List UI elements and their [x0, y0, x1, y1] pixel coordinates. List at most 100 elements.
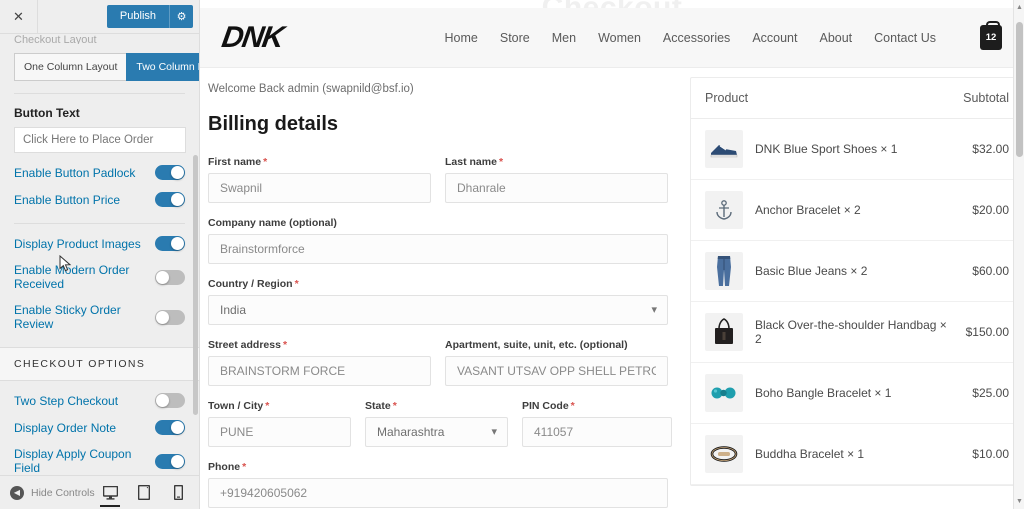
field-company-name: Company name (optional)	[208, 217, 668, 264]
street-address-input[interactable]	[208, 356, 431, 386]
toggle-display-product-images[interactable]	[155, 236, 185, 251]
country-region-value: India	[220, 303, 247, 317]
button-text-input[interactable]	[14, 127, 186, 153]
state-select[interactable]: Maharashtra ▾	[365, 417, 508, 447]
product-name: Buddha Bracelet × 1	[755, 447, 865, 461]
nav-item-about[interactable]: About	[819, 31, 852, 45]
nav-item-account[interactable]: Account	[752, 31, 797, 45]
tablet-icon[interactable]	[133, 481, 155, 505]
nav-item-contact-us[interactable]: Contact Us	[874, 31, 936, 45]
scroll-down-arrow-icon[interactable]: ▼	[1016, 498, 1023, 505]
nav-item-women[interactable]: Women	[598, 31, 641, 45]
product-name: DNK Blue Sport Shoes × 1	[755, 142, 898, 156]
nav-item-home[interactable]: Home	[445, 31, 478, 45]
country-region-select[interactable]: India ▾	[208, 295, 668, 325]
field-country-region: Country / Region * India ▾	[208, 278, 668, 325]
options-group-1: Enable Button Padlock Enable Button Pric…	[0, 153, 199, 213]
option-enable-sticky-order-review[interactable]: Enable Sticky Order Review	[0, 297, 199, 337]
hide-controls-label: Hide Controls	[31, 486, 95, 499]
company-name-input[interactable]	[208, 234, 668, 264]
field-pin-code: PIN Code *	[522, 400, 672, 447]
option-enable-button-padlock[interactable]: Enable Button Padlock	[0, 159, 199, 186]
option-enable-button-price[interactable]: Enable Button Price	[0, 186, 199, 213]
page-scrollbar[interactable]: ▲ ▼	[1013, 0, 1024, 509]
order-item-row: DNK Blue Sport Shoes × 1 $32.00	[691, 119, 1023, 180]
jeans-thumb-icon	[705, 252, 743, 290]
first-name-input[interactable]	[208, 173, 431, 203]
mobile-icon[interactable]	[167, 481, 189, 505]
shoe-thumb-icon	[705, 130, 743, 168]
order-item-row: Buddha Bracelet × 1 $10.00	[691, 424, 1023, 485]
toggle-two-step-checkout[interactable]	[155, 393, 185, 408]
desktop-icon[interactable]	[99, 481, 121, 507]
layout-toggle-group: One Column Layout Two Column Layout	[0, 44, 199, 93]
required-marker: *	[294, 278, 299, 290]
order-item-row: Black Over-the-shoulder Handbag × 2 $150…	[691, 302, 1023, 363]
chevron-down-icon: ▾	[651, 303, 657, 316]
last-name-input[interactable]	[445, 173, 668, 203]
option-display-order-note[interactable]: Display Order Note	[0, 414, 199, 441]
product-subtotal: $20.00	[972, 203, 1009, 217]
toggle-knob	[171, 166, 184, 179]
field-label: PIN Code *	[522, 400, 575, 412]
toggle-enable-button-padlock[interactable]	[155, 165, 185, 180]
toggle-display-apply-coupon-field[interactable]	[155, 453, 185, 469]
welcome-message: Welcome Back admin (swapnild@bsf.io)	[208, 83, 414, 95]
form-row-company: Company name (optional)	[208, 217, 668, 264]
handbag-thumb-icon	[705, 313, 743, 351]
publish-button[interactable]: Publish	[106, 5, 169, 28]
toggle-knob	[171, 193, 184, 206]
cart-icon[interactable]: 12	[980, 21, 1002, 50]
site-logo[interactable]: DNK	[219, 21, 285, 55]
option-label: Enable Modern Order Received	[14, 263, 130, 291]
product-name: Boho Bangle Bracelet × 1	[755, 386, 892, 400]
toggle-enable-sticky-order-review[interactable]	[155, 309, 185, 325]
device-preview-group	[99, 481, 189, 507]
option-two-step-checkout[interactable]: Two Step Checkout	[0, 387, 199, 414]
button-text-label: Button Text	[14, 106, 80, 120]
field-label: Apartment, suite, unit, etc. (optional)	[445, 339, 628, 351]
one-column-layout-button[interactable]: One Column Layout	[14, 53, 127, 81]
collapse-arrow-icon: ◀	[10, 485, 24, 500]
close-icon[interactable]: ✕	[0, 0, 38, 33]
toggle-display-order-note[interactable]	[155, 420, 185, 435]
order-table-header: Product Subtotal	[691, 78, 1023, 119]
required-marker: *	[265, 400, 270, 412]
toggle-knob	[156, 270, 169, 284]
nav-item-accessories[interactable]: Accessories	[663, 31, 730, 45]
product-name: Black Over-the-shoulder Handbag × 2	[755, 318, 947, 346]
option-label: Display Order Note	[14, 420, 117, 435]
form-row-names: First name* Last name*	[208, 156, 668, 203]
product-subtotal: $32.00	[972, 142, 1009, 156]
toggle-enable-modern-order-received[interactable]	[155, 269, 185, 285]
options-group-2: Display Product Images Enable Modern Ord…	[0, 224, 199, 337]
customizer-header: ✕ Publish ⚙	[0, 0, 199, 34]
field-label: Town / City *	[208, 400, 270, 412]
phone-input[interactable]	[208, 478, 668, 508]
apartment-input[interactable]	[445, 356, 668, 386]
field-label: Street address *	[208, 339, 288, 351]
product-subtotal: $25.00	[972, 386, 1009, 400]
sidebar-scrollbar[interactable]	[193, 155, 198, 415]
pin-code-input[interactable]	[522, 417, 672, 447]
main-navigation: Home Store Men Women Accessories Account…	[445, 21, 1002, 50]
nav-item-men[interactable]: Men	[552, 31, 576, 45]
order-item-row: Anchor Bracelet × 2 $20.00	[691, 180, 1023, 241]
nav-item-store[interactable]: Store	[500, 31, 530, 45]
town-city-input[interactable]	[208, 417, 351, 447]
field-state: State * Maharashtra ▾	[365, 400, 508, 447]
gear-icon[interactable]: ⚙	[169, 5, 193, 28]
page-scrollbar-thumb[interactable]	[1016, 22, 1023, 157]
boho-bangle-thumb-icon	[705, 374, 743, 412]
product-name: Anchor Bracelet × 2	[755, 203, 861, 217]
two-column-layout-button[interactable]: Two Column Layout	[126, 53, 199, 81]
toggle-knob	[171, 421, 184, 434]
scroll-up-arrow-icon[interactable]: ▲	[1016, 4, 1023, 11]
publish-group: Publish ⚙	[106, 5, 199, 28]
hide-controls-button[interactable]: ◀ Hide Controls	[10, 485, 95, 500]
field-label: First name *	[208, 156, 268, 168]
option-enable-modern-order-received[interactable]: Enable Modern Order Received	[0, 257, 199, 297]
chevron-down-icon: ▾	[491, 425, 497, 438]
toggle-enable-button-price[interactable]	[155, 192, 185, 207]
option-display-product-images[interactable]: Display Product Images	[0, 230, 199, 257]
